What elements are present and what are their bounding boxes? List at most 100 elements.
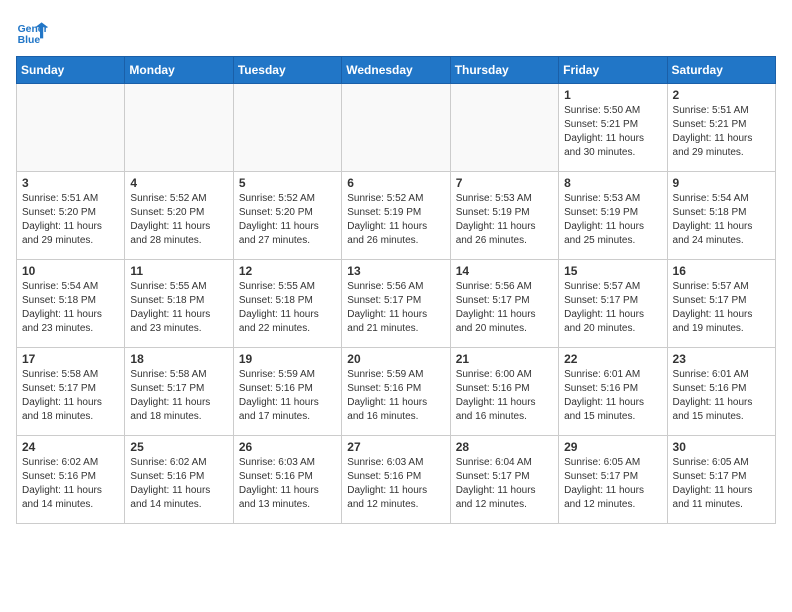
day-info: Sunrise: 6:01 AM Sunset: 5:16 PM Dayligh…	[564, 368, 661, 424]
day-number: 14	[456, 264, 553, 278]
day-number: 1	[564, 88, 661, 102]
day-info: Sunrise: 6:05 AM Sunset: 5:17 PM Dayligh…	[673, 456, 770, 512]
calendar-cell: 28 Sunrise: 6:04 AM Sunset: 5:17 PM Dayli…	[450, 436, 558, 524]
calendar-cell: 3 Sunrise: 5:51 AM Sunset: 5:20 PM Daylig…	[17, 172, 125, 260]
day-info: Sunrise: 5:55 AM Sunset: 5:18 PM Dayligh…	[130, 280, 227, 336]
calendar-cell: 14Sunrise: 5:56 AM Sunset: 5:17 PM Dayli…	[450, 260, 558, 348]
day-number: 19	[239, 352, 336, 366]
day-number: 10	[22, 264, 119, 278]
day-info: Sunrise: 6:03 AM Sunset: 5:16 PM Dayligh…	[239, 456, 336, 512]
calendar-header-row: SundayMondayTuesdayWednesdayThursdayFrid…	[17, 57, 776, 84]
day-info: Sunrise: 5:59 AM Sunset: 5:16 PM Dayligh…	[347, 368, 444, 424]
day-number: 2	[673, 88, 770, 102]
day-info: Sunrise: 5:53 AM Sunset: 5:19 PM Dayligh…	[456, 192, 553, 248]
day-number: 29	[564, 440, 661, 454]
day-number: 5	[239, 176, 336, 190]
calendar-cell: 20 Sunrise: 5:59 AM Sunset: 5:16 PM Dayli…	[342, 348, 450, 436]
calendar-cell: 11 Sunrise: 5:55 AM Sunset: 5:18 PM Dayli…	[125, 260, 233, 348]
day-number: 7	[456, 176, 553, 190]
day-info: Sunrise: 6:03 AM Sunset: 5:16 PM Dayligh…	[347, 456, 444, 512]
col-header-tuesday: Tuesday	[233, 57, 341, 84]
col-header-sunday: Sunday	[17, 57, 125, 84]
calendar-cell: 22 Sunrise: 6:01 AM Sunset: 5:16 PM Dayli…	[559, 348, 667, 436]
calendar-cell: 9 Sunrise: 5:54 AM Sunset: 5:18 PM Daylig…	[667, 172, 775, 260]
day-info: Sunrise: 6:01 AM Sunset: 5:16 PM Dayligh…	[673, 368, 770, 424]
day-number: 12	[239, 264, 336, 278]
day-info: Sunrise: 5:57 AM Sunset: 5:17 PM Dayligh…	[564, 280, 661, 336]
col-header-friday: Friday	[559, 57, 667, 84]
page-header: General Blue	[16, 16, 776, 48]
day-number: 23	[673, 352, 770, 366]
day-number: 13	[347, 264, 444, 278]
day-info: Sunrise: 5:54 AM Sunset: 5:18 PM Dayligh…	[22, 280, 119, 336]
logo: General Blue	[16, 16, 48, 48]
day-info: Sunrise: 6:04 AM Sunset: 5:17 PM Dayligh…	[456, 456, 553, 512]
day-number: 21	[456, 352, 553, 366]
day-number: 18	[130, 352, 227, 366]
day-info: Sunrise: 5:57 AM Sunset: 5:17 PM Dayligh…	[673, 280, 770, 336]
day-number: 9	[673, 176, 770, 190]
calendar-cell	[17, 84, 125, 172]
day-info: Sunrise: 5:51 AM Sunset: 5:21 PM Dayligh…	[673, 104, 770, 160]
col-header-wednesday: Wednesday	[342, 57, 450, 84]
calendar-cell: 23 Sunrise: 6:01 AM Sunset: 5:16 PM Dayli…	[667, 348, 775, 436]
day-number: 28	[456, 440, 553, 454]
col-header-monday: Monday	[125, 57, 233, 84]
day-number: 3	[22, 176, 119, 190]
day-info: Sunrise: 5:52 AM Sunset: 5:20 PM Dayligh…	[130, 192, 227, 248]
day-number: 26	[239, 440, 336, 454]
calendar-cell: 27Sunrise: 6:03 AM Sunset: 5:16 PM Dayli…	[342, 436, 450, 524]
day-number: 22	[564, 352, 661, 366]
calendar-cell	[342, 84, 450, 172]
calendar-cell: 26 Sunrise: 6:03 AM Sunset: 5:16 PM Dayli…	[233, 436, 341, 524]
day-info: Sunrise: 5:50 AM Sunset: 5:21 PM Dayligh…	[564, 104, 661, 160]
calendar-cell: 17 Sunrise: 5:58 AM Sunset: 5:17 PM Dayli…	[17, 348, 125, 436]
day-info: Sunrise: 5:54 AM Sunset: 5:18 PM Dayligh…	[673, 192, 770, 248]
calendar-cell: 6 Sunrise: 5:52 AM Sunset: 5:19 PM Daylig…	[342, 172, 450, 260]
week-row-2: 3 Sunrise: 5:51 AM Sunset: 5:20 PM Daylig…	[17, 172, 776, 260]
day-number: 15	[564, 264, 661, 278]
svg-text:Blue: Blue	[18, 35, 41, 46]
day-number: 8	[564, 176, 661, 190]
col-header-saturday: Saturday	[667, 57, 775, 84]
day-info: Sunrise: 5:52 AM Sunset: 5:19 PM Dayligh…	[347, 192, 444, 248]
day-info: Sunrise: 5:56 AM Sunset: 5:17 PM Dayligh…	[347, 280, 444, 336]
week-row-1: 1 Sunrise: 5:50 AM Sunset: 5:21 PM Daylig…	[17, 84, 776, 172]
calendar-table: SundayMondayTuesdayWednesdayThursdayFrid…	[16, 56, 776, 524]
day-info: Sunrise: 5:58 AM Sunset: 5:17 PM Dayligh…	[130, 368, 227, 424]
calendar-cell: 15 Sunrise: 5:57 AM Sunset: 5:17 PM Dayli…	[559, 260, 667, 348]
day-number: 25	[130, 440, 227, 454]
day-number: 11	[130, 264, 227, 278]
calendar-cell: 1 Sunrise: 5:50 AM Sunset: 5:21 PM Daylig…	[559, 84, 667, 172]
calendar-cell: 18 Sunrise: 5:58 AM Sunset: 5:17 PM Dayli…	[125, 348, 233, 436]
day-number: 16	[673, 264, 770, 278]
day-info: Sunrise: 6:05 AM Sunset: 5:17 PM Dayligh…	[564, 456, 661, 512]
calendar-cell: 7 Sunrise: 5:53 AM Sunset: 5:19 PM Daylig…	[450, 172, 558, 260]
day-number: 17	[22, 352, 119, 366]
week-row-5: 24Sunrise: 6:02 AM Sunset: 5:16 PM Dayli…	[17, 436, 776, 524]
day-number: 30	[673, 440, 770, 454]
week-row-4: 17 Sunrise: 5:58 AM Sunset: 5:17 PM Dayli…	[17, 348, 776, 436]
calendar-cell: 5Sunrise: 5:52 AM Sunset: 5:20 PM Daylig…	[233, 172, 341, 260]
calendar-cell: 13 Sunrise: 5:56 AM Sunset: 5:17 PM Dayli…	[342, 260, 450, 348]
calendar-cell: 8 Sunrise: 5:53 AM Sunset: 5:19 PM Daylig…	[559, 172, 667, 260]
calendar-cell: 10 Sunrise: 5:54 AM Sunset: 5:18 PM Dayli…	[17, 260, 125, 348]
calendar-cell: 25 Sunrise: 6:02 AM Sunset: 5:16 PM Dayli…	[125, 436, 233, 524]
day-number: 20	[347, 352, 444, 366]
calendar-cell: 24Sunrise: 6:02 AM Sunset: 5:16 PM Dayli…	[17, 436, 125, 524]
day-number: 4	[130, 176, 227, 190]
week-row-3: 10 Sunrise: 5:54 AM Sunset: 5:18 PM Dayli…	[17, 260, 776, 348]
day-info: Sunrise: 5:53 AM Sunset: 5:19 PM Dayligh…	[564, 192, 661, 248]
calendar-cell: 2 Sunrise: 5:51 AM Sunset: 5:21 PM Daylig…	[667, 84, 775, 172]
day-number: 6	[347, 176, 444, 190]
day-info: Sunrise: 5:55 AM Sunset: 5:18 PM Dayligh…	[239, 280, 336, 336]
day-info: Sunrise: 6:02 AM Sunset: 5:16 PM Dayligh…	[22, 456, 119, 512]
day-info: Sunrise: 5:58 AM Sunset: 5:17 PM Dayligh…	[22, 368, 119, 424]
calendar-cell: 4 Sunrise: 5:52 AM Sunset: 5:20 PM Daylig…	[125, 172, 233, 260]
day-info: Sunrise: 5:51 AM Sunset: 5:20 PM Dayligh…	[22, 192, 119, 248]
calendar-cell: 19Sunrise: 5:59 AM Sunset: 5:16 PM Dayli…	[233, 348, 341, 436]
calendar-cell: 12 Sunrise: 5:55 AM Sunset: 5:18 PM Dayli…	[233, 260, 341, 348]
col-header-thursday: Thursday	[450, 57, 558, 84]
calendar-cell: 21Sunrise: 6:00 AM Sunset: 5:16 PM Dayli…	[450, 348, 558, 436]
day-info: Sunrise: 6:02 AM Sunset: 5:16 PM Dayligh…	[130, 456, 227, 512]
